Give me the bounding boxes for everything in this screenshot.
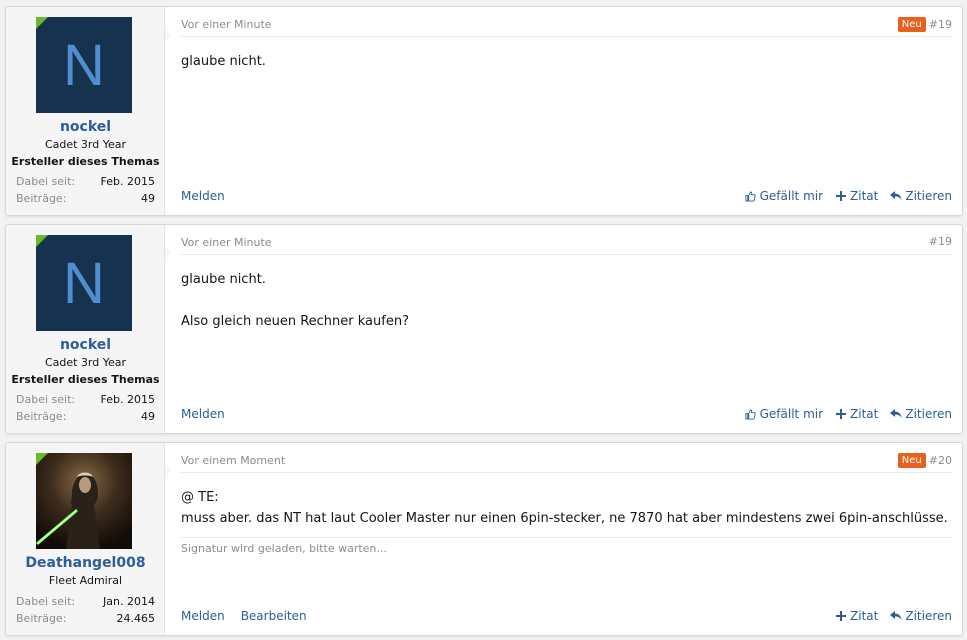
- post-date[interactable]: Vor einer Minute: [181, 18, 272, 31]
- like-button[interactable]: Gefällt mir: [745, 407, 823, 421]
- reply-arrow-icon: [890, 190, 902, 202]
- like-label: Gefällt mir: [759, 189, 824, 203]
- post-count-label: Beiträge:: [16, 410, 67, 423]
- post-count-label: Beiträge:: [16, 192, 67, 205]
- reply-button[interactable]: Zitieren: [890, 189, 952, 203]
- reply-button[interactable]: Zitieren: [890, 407, 952, 421]
- new-badge: Neu: [897, 453, 926, 468]
- post-meta: Neu #19: [897, 17, 952, 32]
- user-title: Fleet Admiral: [48, 574, 123, 587]
- post-date[interactable]: Vor einem Moment: [181, 454, 285, 467]
- avatar[interactable]: N: [36, 17, 132, 113]
- edit-link[interactable]: Bearbeiten: [241, 609, 307, 623]
- like-label: Gefällt mir: [759, 407, 824, 421]
- plus-icon: [835, 610, 847, 622]
- post-text-line: @ TE:: [181, 490, 219, 505]
- joined-value: Feb. 2015: [100, 393, 155, 406]
- post-text-line: muss aber. das NT hat laut Cooler Master…: [181, 511, 948, 526]
- like-button[interactable]: Gefällt mir: [745, 189, 823, 203]
- post-footer: Melden Bearbeiten Zitat Zitieren: [181, 609, 952, 625]
- joined-row: Dabei seit: Jan. 2014: [16, 595, 155, 608]
- post-footer: Melden Gefällt mir Zitat Zitieren: [181, 407, 952, 423]
- joined-row: Dabei seit: Feb. 2015: [16, 393, 155, 406]
- user-info: N nockel Cadet 3rd Year Ersteller dieses…: [6, 7, 165, 215]
- report-link[interactable]: Melden: [181, 189, 225, 203]
- post-body: glaube nicht. Also gleich neuen Rechner …: [181, 269, 952, 332]
- post-count-value: 49: [141, 192, 155, 205]
- post-header: Vor einer Minute #19: [181, 235, 952, 255]
- post-main: Vor einem Moment Neu #20 @ TE: muss aber…: [181, 443, 952, 635]
- post-19: N nockel Cadet 3rd Year Ersteller dieses…: [5, 6, 963, 216]
- post-main: Vor einer Minute Neu #19 glaube nicht. M…: [181, 7, 952, 215]
- signature-loading: Signatur wird geladen, bitte warten...: [181, 537, 952, 555]
- online-indicator: [36, 453, 48, 465]
- post-body: glaube nicht.: [181, 51, 952, 72]
- username[interactable]: nockel: [6, 119, 165, 135]
- user-title: Cadet 3rd Year: [44, 138, 127, 151]
- reply-arrow-icon: [890, 408, 902, 420]
- report-link[interactable]: Melden: [181, 609, 225, 623]
- thumbs-up-icon: [745, 408, 757, 420]
- user-cell-arrow: [165, 247, 171, 259]
- plus-icon: [835, 408, 847, 420]
- reply-label: Zitieren: [905, 407, 952, 421]
- quote-add-label: Zitat: [850, 609, 879, 623]
- user-title: Cadet 3rd Year: [44, 356, 127, 369]
- thread-starter-banner: Ersteller dieses Themas: [11, 155, 160, 168]
- post-text-line: glaube nicht.: [181, 272, 266, 287]
- reply-arrow-icon: [890, 610, 902, 622]
- post-number[interactable]: #19: [929, 18, 952, 31]
- joined-value: Feb. 2015: [100, 175, 155, 188]
- quote-add-label: Zitat: [850, 407, 879, 421]
- post-date[interactable]: Vor einer Minute: [181, 236, 272, 249]
- user-cell-arrow: [165, 29, 171, 41]
- avatar-image[interactable]: [36, 453, 132, 549]
- joined-row: Dabei seit: Feb. 2015: [16, 175, 155, 188]
- user-info: N nockel Cadet 3rd Year Ersteller dieses…: [6, 225, 165, 433]
- new-badge: Neu: [897, 17, 926, 32]
- reply-button[interactable]: Zitieren: [890, 609, 952, 623]
- thread-starter-banner: Ersteller dieses Themas: [11, 373, 160, 386]
- username[interactable]: Deathangel008: [6, 555, 165, 571]
- user-info: Deathangel008 Fleet Admiral Dabei seit: …: [6, 443, 165, 635]
- post-count-label: Beiträge:: [16, 612, 67, 625]
- quote-add-button[interactable]: Zitat: [835, 189, 878, 203]
- joined-label: Dabei seit:: [16, 595, 76, 608]
- post-number[interactable]: #20: [929, 454, 952, 467]
- post-meta: Neu #20: [897, 453, 952, 468]
- avatar[interactable]: N: [36, 235, 132, 331]
- post-count-row: Beiträge: 49: [16, 410, 155, 423]
- post-meta: #19: [929, 235, 952, 248]
- post-header: Vor einem Moment Neu #20: [181, 453, 952, 473]
- online-indicator: [36, 17, 48, 29]
- post-header: Vor einer Minute Neu #19: [181, 17, 952, 37]
- post-count-value: 24.465: [116, 612, 156, 625]
- quote-add-button[interactable]: Zitat: [835, 609, 878, 623]
- quote-add-label: Zitat: [850, 189, 879, 203]
- post-text-line: Also gleich neuen Rechner kaufen?: [181, 314, 409, 329]
- user-cell-arrow: [165, 465, 171, 477]
- post-20: Deathangel008 Fleet Admiral Dabei seit: …: [5, 442, 963, 636]
- reply-label: Zitieren: [905, 609, 952, 623]
- reply-label: Zitieren: [905, 189, 952, 203]
- quote-add-button[interactable]: Zitat: [835, 407, 878, 421]
- thumbs-up-icon: [745, 190, 757, 202]
- report-link[interactable]: Melden: [181, 407, 225, 421]
- post-number[interactable]: #19: [929, 235, 952, 248]
- post-footer: Melden Gefällt mir Zitat Zitieren: [181, 189, 952, 205]
- post-count-row: Beiträge: 24.465: [16, 612, 155, 625]
- post-main: Vor einer Minute #19 glaube nicht. Also …: [181, 225, 952, 433]
- joined-label: Dabei seit:: [16, 393, 76, 406]
- joined-label: Dabei seit:: [16, 175, 76, 188]
- joined-value: Jan. 2014: [103, 595, 155, 608]
- plus-icon: [835, 190, 847, 202]
- post-count-value: 49: [141, 410, 155, 423]
- online-indicator: [36, 235, 48, 247]
- post-text-line: glaube nicht.: [181, 54, 266, 69]
- post-count-row: Beiträge: 49: [16, 192, 155, 205]
- username[interactable]: nockel: [6, 337, 165, 353]
- post-19-edited: N nockel Cadet 3rd Year Ersteller dieses…: [5, 224, 963, 434]
- post-body: @ TE: muss aber. das NT hat laut Cooler …: [181, 487, 952, 529]
